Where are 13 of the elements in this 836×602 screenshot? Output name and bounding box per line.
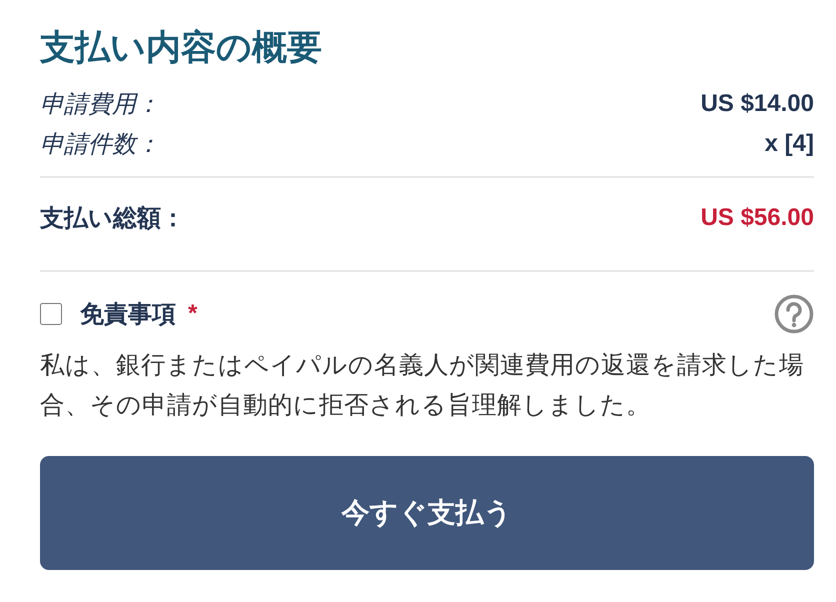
fee-label: 申請件数： — [40, 130, 160, 160]
total-amount: US $56.00 — [700, 204, 814, 232]
fee-value: x [4] — [764, 130, 814, 158]
disclaimer-label: 免責事項 — [80, 300, 176, 330]
required-mark: * — [188, 300, 198, 328]
disclaimer-text: 私は、銀行またはペイパルの名義人が関連費用の返還を請求した場合、その申請が自動的に拒否される旨理解しました。 — [40, 351, 805, 421]
fee-value: US $14.00 — [700, 90, 814, 118]
disclaimer-checkbox[interactable] — [40, 303, 62, 325]
total-label: 支払い総額： — [40, 204, 185, 234]
help-icon[interactable] — [774, 294, 814, 334]
fee-label: 申請費用： — [40, 90, 160, 120]
summary-title: 支払い内容の概要 — [40, 27, 323, 69]
pay-now-button[interactable]: 今すぐ支払う — [40, 456, 814, 570]
